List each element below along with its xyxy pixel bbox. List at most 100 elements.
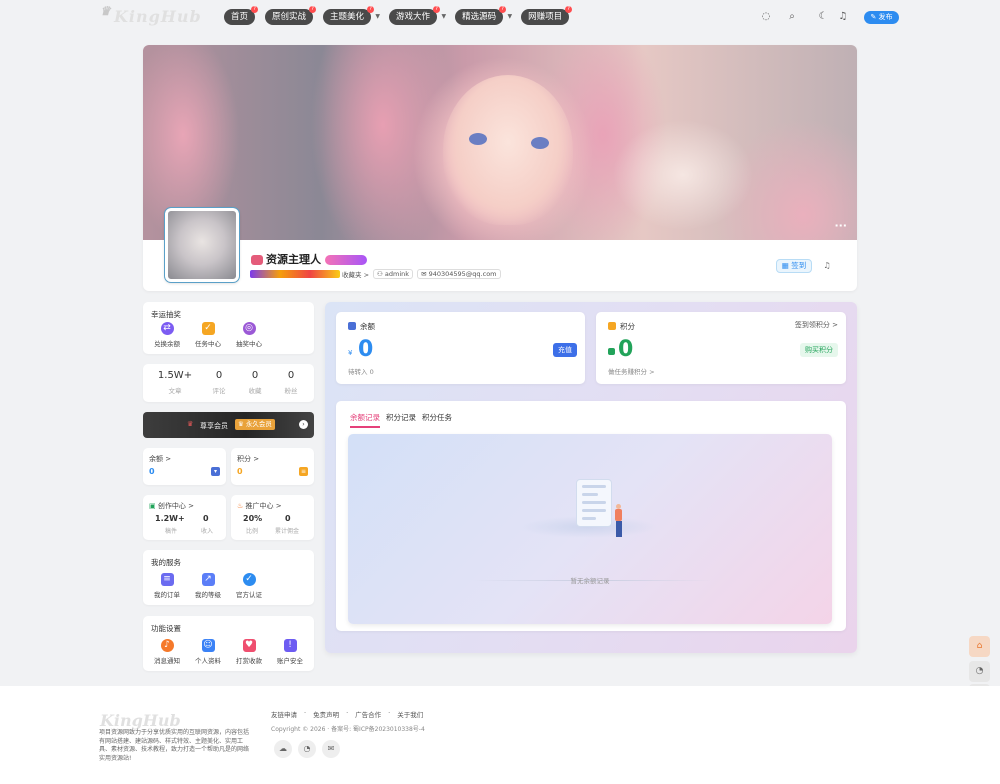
nav-badge: ? (367, 6, 375, 13)
footer-link-about[interactable]: 关于我们 (397, 709, 423, 719)
mini-balance-card[interactable]: 余额 > 0 ▾ (143, 448, 226, 485)
footer-logo[interactable]: KingHub (100, 711, 181, 730)
footer-description: 项目资源网致力于分享优质实用的互联网资源，内容包括有网站搭建、建站源码、样式特效… (99, 729, 250, 762)
empty-state: 暂无余额记录 (348, 434, 832, 624)
banner-eye (469, 133, 487, 145)
buy-points-button[interactable]: 购买积分 (800, 343, 838, 357)
coins-icon: ≡ (299, 467, 308, 476)
points-value: 0 (618, 337, 634, 362)
moon-icon[interactable]: ☾ (817, 11, 829, 23)
earn-points-link[interactable]: 做任务赚积分 > (608, 366, 655, 376)
mini-balance-value: 0 (149, 467, 155, 476)
footer-link-disclaimer[interactable]: 免责声明 (313, 709, 339, 719)
balance-wallet-card: 余额 ¥ 0 待转入 0 充值 (336, 312, 585, 384)
mini-points-title: 积分 > (237, 455, 260, 463)
records-card: 余额记录 积分记录 积分任务 暂无余额记录 (336, 401, 846, 631)
nav-item-games[interactable]: 游戏大作? ▼ (389, 6, 446, 25)
service-verified[interactable]: ✓ 官方认证 (229, 573, 269, 599)
publish-button[interactable]: ✎ 发布 (864, 11, 899, 24)
footer-separator: · (388, 709, 391, 717)
card-title: 功能设置 (151, 624, 181, 633)
top-header: ♛ KingHub 首页? 原创实战? 主题美化? ▼ 游戏大作? ▼ 精选源码? ▼ … (0, 0, 1000, 34)
stat-comments[interactable]: 0 评论 (199, 370, 239, 395)
creator-center-card[interactable]: ▣ 创作中心 > 1.2W+ 稿件 0 收入 (143, 495, 226, 540)
promo-center-card[interactable]: ♨ 推广中心 > 20% 比例 0 累计佣金 (231, 495, 314, 540)
more-options-icon[interactable]: ··· (834, 219, 847, 232)
role-chip: ⚇ admink (373, 269, 414, 279)
creator-income-label: 收入 (201, 528, 214, 535)
nav-badge: ? (251, 6, 259, 13)
promo-rate-value: 20% (243, 514, 263, 523)
signin-earn-points-link[interactable]: 签到领积分 > (795, 320, 838, 330)
mini-points-value: 0 (237, 467, 243, 476)
setting-security[interactable]: ! 账户安全 (270, 639, 310, 665)
setting-reward[interactable]: ♥ 打赏收款 (229, 639, 269, 665)
footer-link-ads[interactable]: 广告合作 (355, 709, 381, 719)
tab-points-records[interactable]: 积分记录 (386, 412, 416, 428)
settings-card: 功能设置 ♪ 消息通知 ☺ 个人资料 ♥ 打赏收款 ! 账户安全 (143, 616, 314, 671)
exchange-icon: ⇄ (160, 322, 174, 335)
site-logo[interactable]: ♛ KingHub (100, 4, 201, 27)
tab-points-tasks[interactable]: 积分任务 (422, 412, 452, 428)
records-tabs: 余额记录 积分记录 积分任务 (350, 412, 458, 428)
promo-commission-label: 累计佣金 (275, 528, 300, 535)
avatar[interactable] (164, 207, 240, 283)
nav-item-home[interactable]: 首页? (224, 6, 259, 25)
bell-icon[interactable]: ♫ (837, 11, 849, 23)
footer-link-friend[interactable]: 友链申请 (271, 709, 297, 719)
verified-icon: ✓ (242, 573, 256, 586)
stat-favorites[interactable]: 0 收藏 (235, 370, 275, 395)
profile-icon: ☺ (201, 639, 215, 652)
notify-icon: ♪ (160, 639, 174, 652)
nav-item-original[interactable]: 原创实战? (265, 6, 317, 25)
tab-balance-records[interactable]: 余额记录 (350, 412, 380, 428)
nav-item-source[interactable]: 精选源码? ▼ (455, 6, 512, 25)
task-center-item[interactable]: ✓ 任务中心 (188, 322, 228, 348)
service-orders[interactable]: ≡ 我的订单 (147, 573, 187, 599)
pending-transfer: 待转入 0 (348, 368, 374, 376)
nav-badge: ? (433, 6, 441, 13)
footer-separator: · (304, 709, 307, 717)
setting-profile[interactable]: ☺ 个人资料 (188, 639, 228, 665)
coins-icon (608, 322, 616, 330)
balance-title: 余额 (348, 321, 375, 332)
signin-button[interactable]: ▦ 签到 (776, 259, 812, 273)
home-icon[interactable]: ⌂ (969, 636, 990, 657)
currency-symbol: ¥ (348, 349, 353, 357)
bulb-icon[interactable]: ◌ (760, 11, 772, 23)
chevron-down-icon: ▼ (507, 13, 513, 20)
lottery-center-item[interactable]: ◎ 抽奖中心 (229, 322, 269, 348)
creator-income-value: 0 (203, 514, 209, 523)
service-level[interactable]: ↗ 我的等级 (188, 573, 228, 599)
level-badge (325, 255, 367, 265)
setting-notify[interactable]: ♪ 消息通知 (147, 639, 187, 665)
wallet-icon: ▾ (211, 467, 220, 476)
favorites-link[interactable]: 收藏夹 > (342, 269, 369, 279)
qq-icon[interactable]: ◔ (969, 661, 990, 682)
balance-value: 0 (358, 337, 374, 362)
vip-banner[interactable]: ♛ 尊享会员 ♛ 永久会员 › (143, 412, 314, 438)
recharge-button[interactable]: 充值 (553, 343, 577, 357)
site-footer: KingHub 项目资源网致力于分享优质实用的互联网资源，内容包括有网站搭建、建… (0, 686, 1000, 784)
notification-bell-icon[interactable]: ♫ (822, 261, 832, 271)
empty-text: 暂无余额记录 (570, 577, 610, 585)
wechat-icon[interactable]: ☁ (274, 740, 292, 758)
search-icon[interactable]: ⌕ (786, 11, 798, 23)
profile-card: ··· 资源主理人 收藏夹 > ⚇ admink ✉ 940304595@qq.… (143, 45, 857, 291)
nav-item-theme[interactable]: 主题美化? ▼ (323, 6, 380, 25)
qq-icon[interactable]: ◔ (298, 740, 316, 758)
nav-item-earn[interactable]: 网赚项目? (521, 6, 573, 25)
vip-crown-icon: ♛ (187, 420, 194, 428)
reward-icon: ♥ (242, 639, 256, 652)
mail-icon[interactable]: ✉ (322, 740, 340, 758)
exchange-balance-item[interactable]: ⇄ 兑换余额 (147, 322, 187, 348)
banner-eye (531, 137, 549, 149)
promo-icon: ♨ (237, 502, 244, 510)
creator-drafts-value: 1.2W+ (155, 514, 185, 523)
vip-badge: ♛ 永久会员 (235, 419, 275, 430)
mini-points-card[interactable]: 积分 > 0 ≡ (231, 448, 314, 485)
username: 资源主理人 (251, 251, 367, 267)
stat-articles[interactable]: 1.5W+ 文章 (155, 370, 195, 395)
stat-fans[interactable]: 0 粉丝 (271, 370, 311, 395)
nav-badge: ? (565, 6, 573, 13)
